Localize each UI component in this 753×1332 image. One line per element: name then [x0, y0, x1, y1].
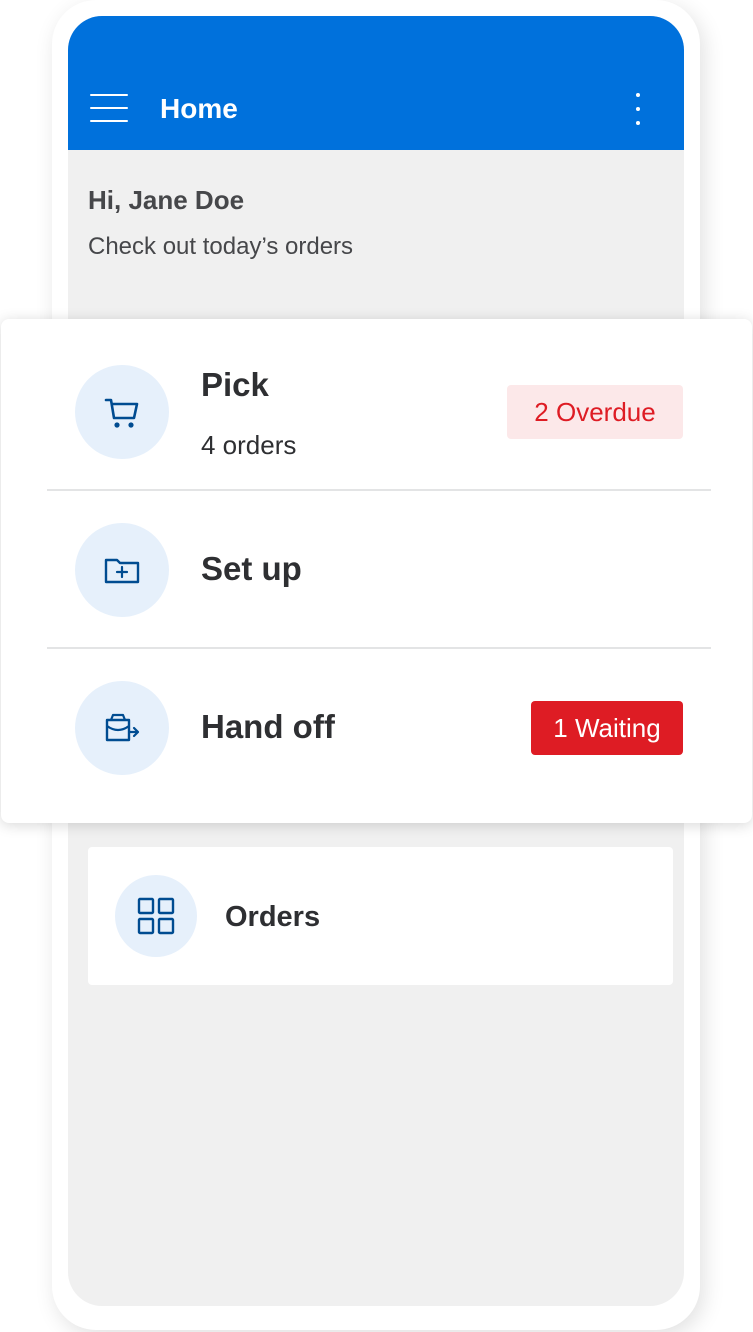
orders-button[interactable]: Orders	[88, 847, 673, 985]
task-card: Pick 4 orders 2 Overdue Set up Hand off …	[1, 319, 752, 823]
page-title: Home	[160, 93, 238, 124]
setup-icon-circle	[75, 523, 169, 617]
greeting-subtitle: Check out today’s orders	[88, 233, 354, 260]
hamburger-menu-icon[interactable]	[90, 93, 128, 123]
overdue-badge: 2 Overdue	[507, 385, 683, 439]
setup-label: Set up	[201, 550, 302, 587]
handoff-label: Hand off	[201, 708, 335, 745]
grid-icon	[137, 897, 175, 935]
cart-icon	[104, 398, 139, 428]
pick-subtitle: 4 orders	[201, 430, 297, 460]
pick-label: Pick	[201, 366, 269, 403]
folder-plus-icon	[104, 558, 140, 584]
bag-handoff-icon	[105, 713, 140, 742]
waiting-badge: 1 Waiting	[531, 701, 683, 755]
more-vertical-icon[interactable]	[630, 92, 646, 126]
orders-icon-circle	[115, 875, 197, 957]
setup-row[interactable]: Set up	[1, 491, 752, 647]
orders-label: Orders	[225, 901, 321, 933]
handoff-icon-circle	[75, 681, 169, 775]
app-bar: Home	[68, 16, 684, 150]
greeting-title: Hi, Jane Doe	[88, 185, 245, 215]
pick-icon-circle	[75, 365, 169, 459]
pick-row[interactable]: Pick 4 orders 2 Overdue	[1, 319, 752, 489]
